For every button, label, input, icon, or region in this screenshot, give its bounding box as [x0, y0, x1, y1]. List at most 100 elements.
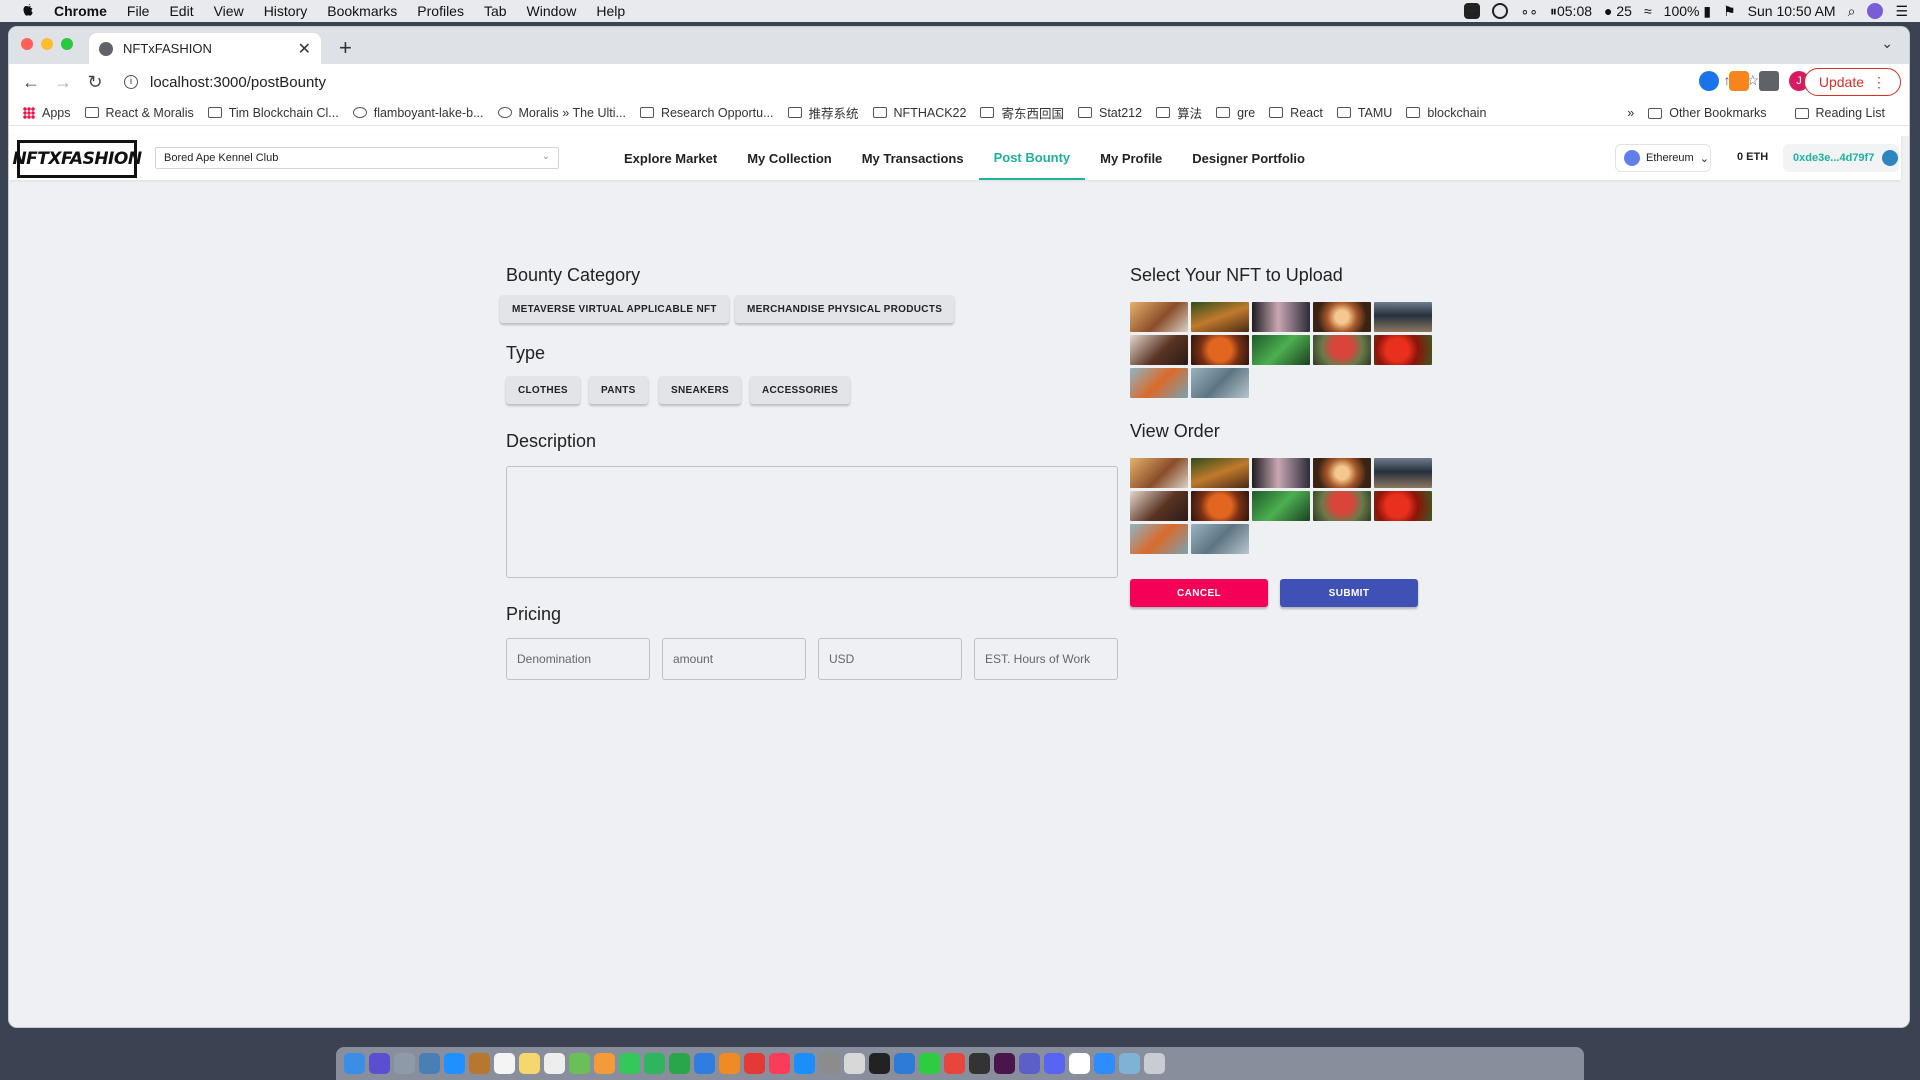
- minimize-window-button[interactable]: [41, 38, 53, 50]
- bookmark-folder[interactable]: gre: [1216, 106, 1255, 120]
- app-store-icon[interactable]: [794, 1053, 815, 1074]
- facetime-icon[interactable]: [644, 1053, 665, 1074]
- zoom-window-button[interactable]: [61, 38, 73, 50]
- category-merchandise-button[interactable]: MERCHANDISE PHYSICAL PRODUCTS: [735, 295, 955, 323]
- back-arrow-icon[interactable]: ←: [21, 72, 41, 93]
- maps-icon[interactable]: [569, 1053, 590, 1074]
- nft-thumb-burger[interactable]: [1191, 302, 1249, 332]
- music-icon[interactable]: [769, 1053, 790, 1074]
- menu-app-name[interactable]: Chrome: [54, 3, 107, 19]
- bookmark-folder[interactable]: 推荐系统: [787, 103, 859, 122]
- books-icon[interactable]: [469, 1053, 490, 1074]
- network-selector[interactable]: Ethereum ⌄: [1615, 144, 1711, 172]
- wechat-app-icon[interactable]: [919, 1053, 940, 1074]
- news-icon[interactable]: [744, 1053, 765, 1074]
- nft-thumb-camera[interactable]: [1252, 302, 1310, 332]
- timer-status[interactable]: ⏸05:08: [1550, 3, 1592, 20]
- description-textarea[interactable]: [506, 466, 1118, 578]
- other-bookmarks[interactable]: Other Bookmarks: [1648, 106, 1767, 120]
- hours-of-work-field[interactable]: EST. Hours of Work: [974, 638, 1118, 680]
- nav-explore-market[interactable]: Explore Market: [609, 136, 732, 180]
- nft-thumb-palm-leaf[interactable]: [1252, 335, 1310, 365]
- reading-list[interactable]: Reading List: [1794, 106, 1885, 120]
- collection-select[interactable]: Bored Ape Kennel Club ⌄: [155, 147, 559, 169]
- bookmark-folder[interactable]: NFTHACK22: [872, 106, 966, 120]
- teams-icon[interactable]: [1019, 1053, 1040, 1074]
- terminal-icon[interactable]: [869, 1053, 890, 1074]
- nft-thumb-food[interactable]: [1130, 302, 1188, 332]
- siri-icon[interactable]: [369, 1053, 390, 1074]
- keynote-icon[interactable]: [694, 1053, 715, 1074]
- bookmark-link[interactable]: Moralis » The Ulti...: [497, 106, 626, 120]
- type-clothes-button[interactable]: CLOTHES: [506, 376, 580, 404]
- discord-icon[interactable]: [1044, 1053, 1065, 1074]
- wechat-status[interactable]: ● 25: [1604, 3, 1632, 19]
- bookmark-folder[interactable]: Tim Blockchain Cl...: [207, 106, 339, 120]
- safari-icon[interactable]: [444, 1053, 465, 1074]
- close-window-button[interactable]: [21, 38, 33, 50]
- nft-thumb-latte[interactable]: [1313, 302, 1371, 332]
- denomination-field[interactable]: Denomination: [506, 638, 650, 680]
- nav-my-transactions[interactable]: My Transactions: [847, 136, 979, 180]
- screen-record-icon[interactable]: [1464, 3, 1481, 19]
- bookmarks-overflow-chevron-icon[interactable]: »: [1627, 106, 1634, 120]
- submit-button[interactable]: SUBMIT: [1280, 579, 1418, 607]
- menu-profiles[interactable]: Profiles: [417, 3, 464, 19]
- type-pants-button[interactable]: PANTS: [589, 376, 648, 404]
- bookmark-folder[interactable]: TAMU: [1336, 106, 1392, 120]
- reminders-icon[interactable]: [544, 1053, 565, 1074]
- zoom-icon[interactable]: [1094, 1053, 1115, 1074]
- nft-thumb-coffee[interactable]: [1130, 335, 1188, 365]
- launchpad-icon[interactable]: [394, 1053, 415, 1074]
- amount-field[interactable]: amount: [662, 638, 806, 680]
- bookmark-folder[interactable]: React: [1269, 106, 1323, 120]
- nft-thumb-tomatoes[interactable]: [1374, 335, 1432, 365]
- calendar-icon[interactable]: [494, 1053, 515, 1074]
- address-bar[interactable]: i localhost:3000/postBounty: [124, 69, 1594, 95]
- wallet-address-button[interactable]: 0xde3e...4d79f7: [1783, 144, 1899, 172]
- menu-help[interactable]: Help: [596, 3, 625, 19]
- chrome-icon[interactable]: [944, 1053, 965, 1074]
- bookmark-folder[interactable]: React & Moralis: [84, 106, 194, 120]
- bookmark-folder[interactable]: blockchain: [1406, 106, 1486, 120]
- photos-icon[interactable]: [594, 1053, 615, 1074]
- active-tab[interactable]: NFTxFASHION ✕: [89, 33, 321, 64]
- siri-icon[interactable]: [1867, 3, 1884, 19]
- metamask-fox-icon[interactable]: [1729, 71, 1749, 91]
- nft-thumb-rope[interactable]: [1191, 368, 1249, 398]
- bookmark-folder[interactable]: 寄东西回国: [980, 103, 1064, 122]
- usd-field[interactable]: USD: [818, 638, 962, 680]
- messages-icon[interactable]: [619, 1053, 640, 1074]
- puzzle-piece-icon[interactable]: [1759, 71, 1779, 91]
- chrome-update-button[interactable]: Update ⋮: [1803, 68, 1901, 96]
- nft-thumb-mushroom[interactable]: [1313, 335, 1371, 365]
- close-tab-icon[interactable]: ✕: [298, 39, 311, 59]
- bookmark-apps[interactable]: Apps: [23, 106, 71, 120]
- nft-thumb-laptop[interactable]: [1374, 302, 1432, 332]
- nav-my-collection[interactable]: My Collection: [732, 136, 847, 180]
- new-tab-icon[interactable]: +: [339, 35, 352, 61]
- numbers-icon[interactable]: [669, 1053, 690, 1074]
- system-preferences-icon[interactable]: [819, 1053, 840, 1074]
- bookmark-folder[interactable]: 算法: [1156, 103, 1202, 122]
- url-text[interactable]: localhost:3000/postBounty: [150, 74, 326, 91]
- nft-thumb-basketball[interactable]: [1191, 335, 1249, 365]
- nft-thumb-starfish[interactable]: [1130, 368, 1188, 398]
- menu-view[interactable]: View: [214, 3, 244, 19]
- sourcetree-icon[interactable]: [1119, 1053, 1140, 1074]
- menu-file[interactable]: File: [127, 3, 150, 19]
- bookmark-folder[interactable]: Stat212: [1077, 106, 1142, 120]
- menu-edit[interactable]: Edit: [169, 3, 193, 19]
- nav-my-profile[interactable]: My Profile: [1085, 136, 1177, 180]
- clock[interactable]: Sun 10:50 AM: [1748, 3, 1836, 19]
- sync-icon[interactable]: [1492, 3, 1509, 19]
- nav-designer-portfolio[interactable]: Designer Portfolio: [1177, 136, 1320, 180]
- forward-arrow-icon[interactable]: →: [53, 72, 73, 93]
- nftxfashion-logo[interactable]: NFTXFASHION: [12, 140, 142, 178]
- pages-icon[interactable]: [719, 1053, 740, 1074]
- apple-icon[interactable]: [20, 3, 36, 19]
- type-sneakers-button[interactable]: SNEAKERS: [659, 376, 741, 404]
- menu-history[interactable]: History: [264, 3, 308, 19]
- tab-search-chevron-icon[interactable]: ⌄: [1881, 35, 1893, 52]
- glasses-icon[interactable]: ∘∘: [1520, 3, 1538, 20]
